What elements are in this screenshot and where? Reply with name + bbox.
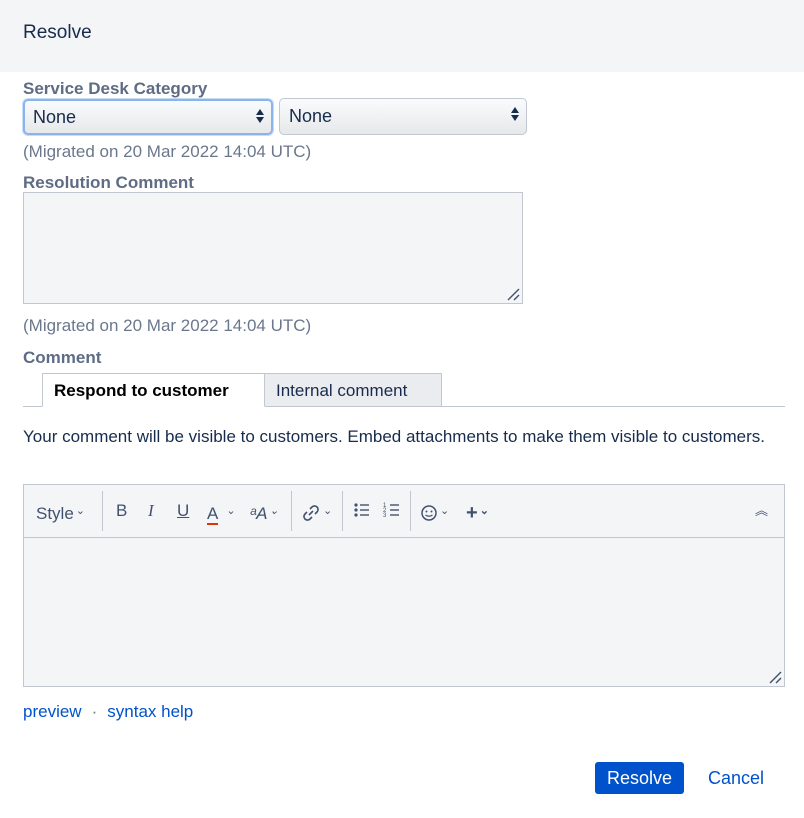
text-color-button[interactable]: A ⌄ — [207, 499, 236, 525]
syntax-help-link[interactable]: syntax help — [107, 702, 193, 721]
dialog-title: Resolve — [23, 22, 92, 43]
select-arrows-icon — [256, 109, 264, 123]
chevron-down-icon: ⌄ — [226, 505, 236, 517]
tab-respond-to-customer[interactable]: Respond to customer — [42, 373, 265, 407]
bullet-list-button[interactable] — [353, 499, 371, 523]
bold-button[interactable]: B — [116, 499, 127, 523]
tab-internal-comment[interactable]: Internal comment — [264, 373, 442, 407]
resolution-comment-textarea[interactable] — [23, 192, 523, 304]
comment-label: Comment — [23, 348, 102, 367]
resolution-migrated-note: (Migrated on 20 Mar 2022 14:04 UTC) — [23, 316, 312, 335]
link-button[interactable]: ⌄ — [301, 499, 332, 523]
svg-text:3: 3 — [383, 513, 387, 519]
resolve-button[interactable]: Resolve — [595, 762, 684, 794]
resize-grip-icon[interactable] — [506, 287, 520, 301]
toolbar-divider — [291, 491, 292, 531]
text-color-icon: A — [207, 504, 219, 525]
chevron-down-icon: ⌄ — [75, 505, 86, 517]
service-desk-category-label: Service Desk Category — [23, 79, 208, 98]
style-dropdown-label: Style — [36, 504, 74, 523]
emoji-icon — [421, 505, 437, 521]
comment-visibility-note: Your comment will be visible to customer… — [23, 427, 766, 446]
service-desk-migrated-note: (Migrated on 20 Mar 2022 14:04 UTC) — [23, 142, 312, 161]
collapse-icon: ︽ — [755, 503, 769, 518]
font-size-button[interactable]: ᵃA ⌄ — [250, 499, 279, 523]
bullet-list-icon — [354, 503, 369, 517]
plus-icon: + — [466, 502, 478, 524]
link-icon — [303, 505, 319, 521]
underline-button[interactable]: U — [177, 499, 189, 523]
link-separator: · — [91, 702, 98, 721]
numbered-list-icon: 1 2 3 — [383, 503, 399, 519]
numbered-list-button[interactable]: 1 2 3 — [383, 499, 401, 523]
editor-toolbar: Style ⌄ B I U A ⌄ ᵃA ⌄ ⌄ 1 2 3 ⌄ + ⌄ ︽ — [24, 485, 784, 538]
service-desk-category-select[interactable]: None — [23, 99, 273, 135]
service-desk-category-value: None — [33, 107, 77, 127]
chevron-down-icon: ⌄ — [269, 505, 279, 517]
select-arrows-icon — [511, 107, 519, 121]
comment-editor[interactable]: Style ⌄ B I U A ⌄ ᵃA ⌄ ⌄ 1 2 3 ⌄ + ⌄ ︽ — [23, 484, 785, 687]
collapse-toolbar-button[interactable]: ︽ — [755, 499, 768, 523]
preview-link[interactable]: preview — [23, 702, 82, 721]
chevron-down-icon: ⌄ — [440, 505, 450, 517]
style-dropdown[interactable]: Style ⌄ — [36, 499, 85, 523]
emoji-button[interactable]: ⌄ — [420, 499, 449, 523]
dialog-header: Resolve — [0, 0, 804, 72]
service-desk-subcategory-select[interactable]: None — [279, 98, 527, 135]
service-desk-subcategory-value: None — [289, 106, 333, 126]
cancel-button[interactable]: Cancel — [708, 762, 764, 794]
toolbar-divider — [102, 491, 103, 531]
resolution-comment-label: Resolution Comment — [23, 173, 194, 192]
italic-button[interactable]: I — [148, 499, 154, 523]
editor-links: preview · syntax help — [23, 702, 193, 722]
chevron-down-icon: ⌄ — [323, 505, 333, 517]
font-size-icon: ᵃA — [250, 504, 268, 523]
resize-grip-icon[interactable] — [768, 670, 782, 684]
plus-button[interactable]: + ⌄ — [466, 499, 489, 524]
chevron-down-icon: ⌄ — [479, 505, 489, 517]
toolbar-divider — [410, 491, 411, 531]
toolbar-divider — [342, 491, 343, 531]
